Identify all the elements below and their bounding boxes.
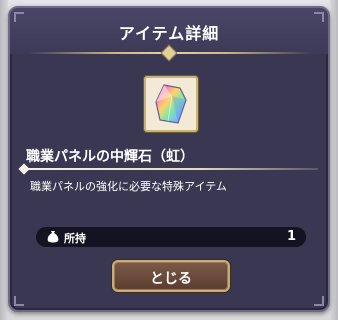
owned-count: 1 — [286, 229, 296, 244]
name-divider — [22, 168, 318, 170]
item-name: 職業パネルの中輝石（虹） — [26, 149, 194, 165]
background-left — [0, 0, 8, 320]
bag-icon — [47, 231, 59, 243]
corner-ornament — [314, 296, 324, 306]
item-description: 職業パネルの強化に必要な特殊アイテム — [30, 180, 227, 193]
close-button-label: とじる — [150, 271, 192, 287]
dialog-title: アイテム詳細 — [118, 24, 220, 43]
item-icon-frame — [144, 76, 198, 132]
owned-count-bar: 所持 1 — [36, 227, 306, 247]
rainbow-crystal-icon — [155, 84, 187, 124]
item-detail-dialog: アイテム詳細 職業パネルの中輝石（虹） 職業パネルの強化に必要な特殊アイテム 所… — [8, 6, 330, 312]
owned-label: 所持 — [64, 232, 86, 245]
background-right — [330, 0, 338, 320]
corner-ornament — [14, 296, 24, 306]
close-button[interactable]: とじる — [112, 260, 230, 292]
